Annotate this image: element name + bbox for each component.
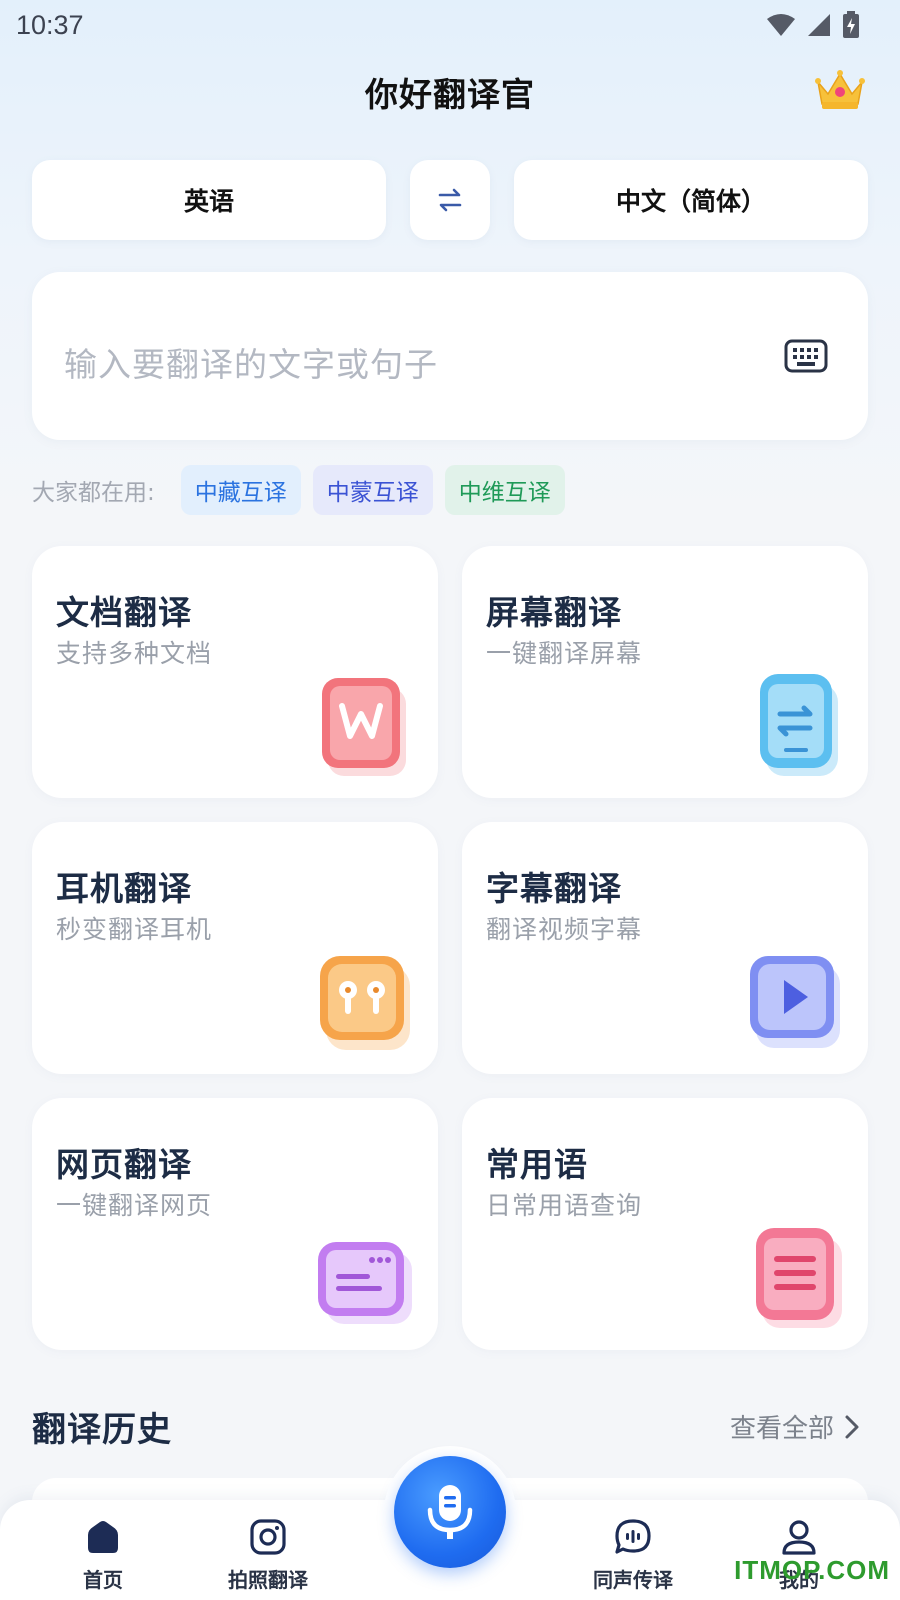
user-profile-icon: [782, 1520, 816, 1555]
document-translation-card[interactable]: 文档翻译 支持多种文档: [32, 546, 438, 798]
language-selector: 英语 中文（简体）: [32, 160, 868, 240]
voice-translate-mic-button[interactable]: [394, 1456, 506, 1568]
card-title: 网页翻译: [56, 1145, 192, 1184]
common-phrases-card[interactable]: 常用语 日常用语查询: [462, 1098, 868, 1350]
card-title: 字幕翻译: [486, 869, 622, 908]
earphone-translation-card[interactable]: 耳机翻译 秒变翻译耳机: [32, 822, 438, 1074]
card-subtitle: 一键翻译屏幕: [486, 639, 643, 668]
phone-swap-icon: [760, 674, 838, 776]
source-language-button[interactable]: 英语: [32, 160, 386, 240]
site-watermark: ITMOP.COM: [734, 1555, 890, 1585]
swap-icon: [438, 188, 462, 212]
status-icons: [766, 11, 860, 39]
card-subtitle: 支持多种文档: [56, 639, 213, 668]
chip-chinese-tibetan[interactable]: 中藏互译: [180, 465, 301, 515]
word-document-icon: [322, 678, 406, 776]
card-subtitle: 秒变翻译耳机: [56, 915, 213, 944]
status-bar: 10:37: [0, 0, 900, 50]
view-all-history-link[interactable]: 查看全部: [730, 1408, 860, 1445]
chip-chinese-mongolian[interactable]: 中蒙互译: [312, 465, 433, 515]
target-language-button[interactable]: 中文（简体）: [514, 160, 868, 240]
swap-languages-button[interactable]: [410, 160, 490, 240]
tab-simultaneous-interpretation[interactable]: 同声传译: [578, 1518, 688, 1598]
wifi-icon: [767, 14, 795, 36]
webpage-translation-card[interactable]: 网页翻译 一键翻译网页: [32, 1098, 438, 1350]
view-all-label: 查看全部: [729, 1414, 834, 1444]
tab-home-label: 首页: [83, 1568, 123, 1592]
camera-icon: [250, 1519, 286, 1555]
popular-label: 大家都在用:: [32, 480, 155, 506]
app-title: 你好翻译官: [365, 75, 535, 114]
status-time: 10:37: [16, 9, 84, 40]
card-title: 常用语: [486, 1145, 588, 1184]
chat-bubble-icon: [615, 1519, 651, 1554]
chip-chinese-uyghur[interactable]: 中维互译: [444, 465, 565, 515]
microphone-icon: [427, 1485, 473, 1539]
card-subtitle: 翻译视频字幕: [486, 915, 643, 944]
card-title: 文档翻译: [56, 593, 192, 632]
card-subtitle: 日常用语查询: [486, 1191, 643, 1220]
card-title: 屏幕翻译: [486, 593, 622, 632]
history-title: 翻译历史: [32, 1410, 172, 1450]
text-input-card[interactable]: 输入要翻译的文字或句子: [32, 272, 868, 440]
app-header: 你好翻译官: [0, 62, 900, 122]
cellular-signal-icon: [808, 14, 830, 36]
notes-list-icon: [756, 1228, 842, 1328]
subtitle-translation-card[interactable]: 字幕翻译 翻译视频字幕: [462, 822, 868, 1074]
tab-simultaneous-label: 同声传译: [593, 1568, 673, 1592]
popular-translations: 大家都在用: 中藏互译 中蒙互译 中维互译: [32, 465, 577, 515]
text-input-placeholder[interactable]: 输入要翻译的文字或句子: [64, 338, 438, 386]
tab-photo-label: 拍照翻译: [228, 1568, 308, 1592]
browser-icon: [318, 1242, 412, 1324]
tab-home[interactable]: 首页: [48, 1518, 158, 1598]
battery-charging-icon: [843, 11, 859, 38]
video-play-icon: [750, 956, 840, 1048]
card-subtitle: 一键翻译网页: [56, 1191, 213, 1220]
chevron-right-icon: [845, 1415, 859, 1438]
keyboard-icon[interactable]: [784, 338, 828, 374]
tab-photo-translate[interactable]: 拍照翻译: [213, 1518, 323, 1598]
screen-translation-card[interactable]: 屏幕翻译 一键翻译屏幕: [462, 546, 868, 798]
home-icon: [88, 1521, 118, 1553]
earbuds-icon: [320, 956, 410, 1050]
vip-crown-icon[interactable]: [814, 68, 866, 112]
card-title: 耳机翻译: [56, 869, 192, 908]
